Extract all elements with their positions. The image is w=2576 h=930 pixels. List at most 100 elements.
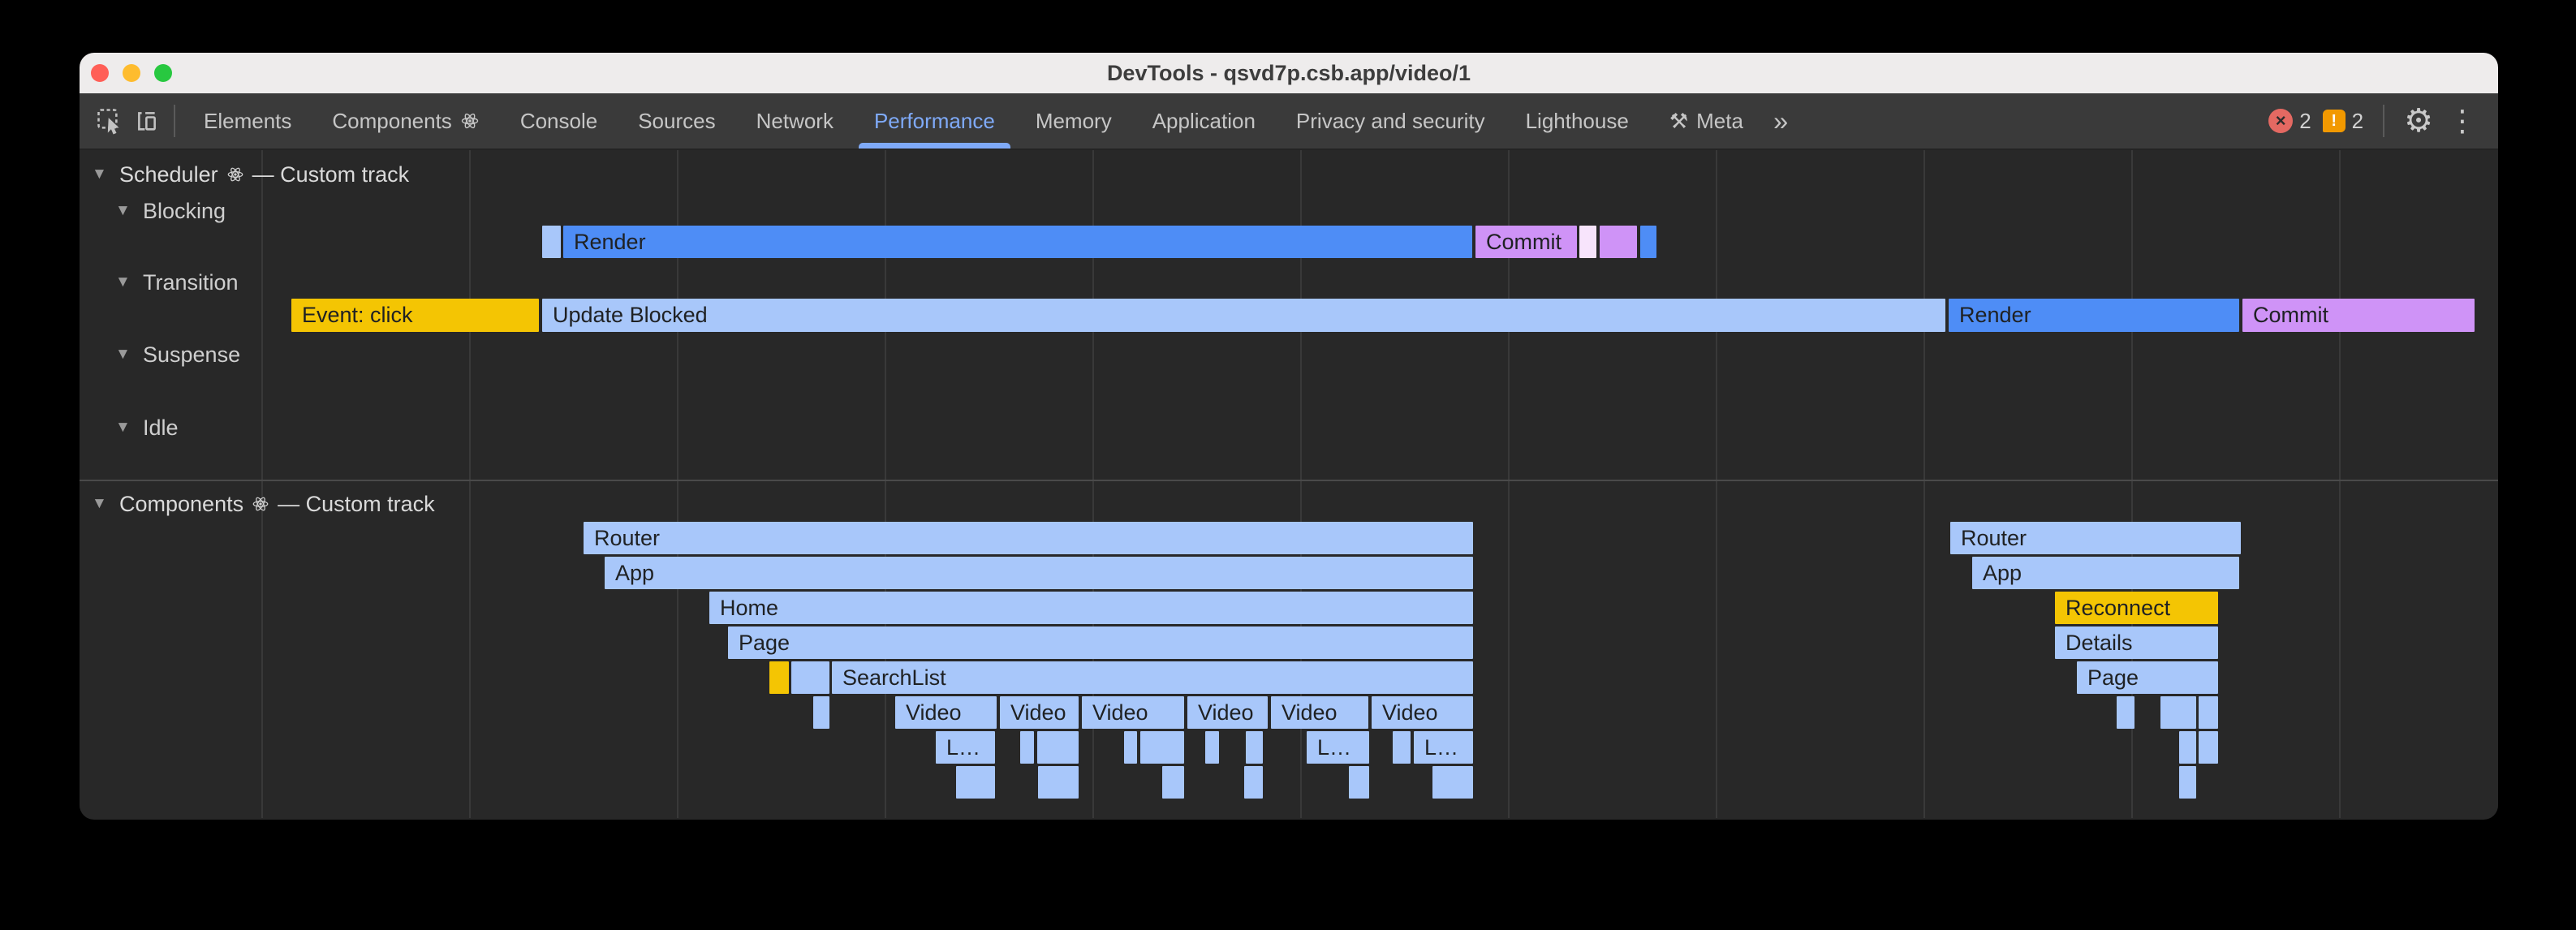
tab-label: Application [1152,109,1256,134]
flame-bar[interactable] [1244,766,1263,799]
warning-badge[interactable]: ! 2 [2323,109,2363,134]
tab-performance[interactable]: Performance [854,93,1015,149]
track-suffix: — Custom track [278,492,435,517]
flame-bar[interactable] [1640,226,1656,258]
flame-bar-reconnect[interactable]: Reconnect [2055,592,2218,624]
flame-bar-commit[interactable]: Commit [1475,226,1577,258]
flame-bar[interactable] [2117,696,2134,729]
lane-label: Suspense [143,342,240,368]
flame-bar-video[interactable]: Video [895,696,997,729]
collapse-triangle-icon[interactable]: ▼ [92,166,111,183]
tab-label: Performance [874,109,995,134]
timeline-gridline [1923,150,1925,818]
flame-bar-home[interactable]: Home [709,592,1473,624]
timeline-gridline [2339,150,2341,818]
flame-bar-video[interactable]: Video [1187,696,1268,729]
flame-bar-video[interactable]: Video [1000,696,1079,729]
tab-application[interactable]: Application [1132,93,1276,149]
flame-bar[interactable] [1432,766,1473,799]
tab-label: Elements [204,109,291,134]
flame-bar-video[interactable]: Video [1271,696,1368,729]
devtools-window: DevTools - qsvd7p.csb.app/video/1 Elemen… [80,53,2498,820]
lane-label: Transition [143,270,239,295]
close-window-button[interactable] [91,64,109,82]
collapse-triangle-icon[interactable]: ▼ [115,346,135,364]
flame-bar-l[interactable]: L… [1414,731,1473,764]
flame-bar-render[interactable]: Render [563,226,1472,258]
flame-bar[interactable] [1246,731,1263,764]
zoom-window-button[interactable] [154,64,172,82]
tab-label: Lighthouse [1526,109,1629,134]
tab-sources[interactable]: Sources [618,93,735,149]
lane-transition[interactable]: ▼ Transition [115,268,239,297]
flame-bar-l[interactable]: L… [936,731,995,764]
tab-console[interactable]: Console [500,93,618,149]
flame-bar[interactable] [1600,226,1637,258]
tab-label: Privacy and security [1296,109,1485,134]
flame-bar[interactable] [1579,226,1596,258]
devtools-toolbar: Elements Components Console Sources Netw… [80,93,2498,150]
flame-bar-page[interactable]: Page [2077,661,2218,694]
flame-bar[interactable] [1124,731,1137,764]
lane-idle[interactable]: ▼ Idle [115,413,179,442]
device-toolbar-icon[interactable] [128,102,166,140]
tab-memory[interactable]: Memory [1015,93,1132,149]
flame-bar-page[interactable]: Page [728,626,1473,659]
tab-meta[interactable]: ⚒ Meta [1649,93,1764,149]
tab-components[interactable]: Components [312,93,499,149]
flame-bar[interactable] [813,696,829,729]
flame-bar-commit[interactable]: Commit [2242,299,2475,332]
collapse-triangle-icon[interactable]: ▼ [115,202,135,220]
collapse-triangle-icon[interactable]: ▼ [115,419,135,437]
settings-gear-icon[interactable]: ⚙ [2404,105,2433,137]
flame-bar-event-click[interactable]: Event: click [291,299,539,332]
kebab-menu-icon[interactable]: ⋮ [2445,106,2480,136]
flame-bar-searchlist[interactable]: SearchList [832,661,1473,694]
flame-bar[interactable] [791,661,829,694]
flame-bar-app[interactable]: App [605,557,1473,589]
flame-bar[interactable] [1020,731,1034,764]
flame-bar[interactable] [2179,766,2196,799]
flame-bar-router[interactable]: Router [584,522,1473,554]
flame-bar-details[interactable]: Details [2055,626,2218,659]
flame-bar-router[interactable]: Router [1950,522,2241,554]
tab-lighthouse[interactable]: Lighthouse [1506,93,1649,149]
inspect-element-icon[interactable] [91,102,128,140]
flame-bar-update-blocked[interactable]: Update Blocked [542,299,1945,332]
tab-privacy-and-security[interactable]: Privacy and security [1276,93,1506,149]
collapse-triangle-icon[interactable]: ▼ [115,273,135,291]
flame-bar[interactable] [769,661,789,694]
flame-bar[interactable] [1349,766,1369,799]
minimize-window-button[interactable] [123,64,140,82]
flame-bar-video[interactable]: Video [1082,696,1184,729]
react-atom-icon [460,111,480,131]
flame-bar[interactable] [1037,731,1079,764]
flame-bar[interactable] [1393,731,1411,764]
flame-bar[interactable] [2199,696,2218,729]
flame-bar[interactable] [1140,731,1184,764]
tab-elements[interactable]: Elements [183,93,312,149]
flame-bar-video[interactable]: Video [1372,696,1473,729]
flame-bar[interactable] [956,766,995,799]
collapse-triangle-icon[interactable]: ▼ [92,495,111,513]
flame-bar-app[interactable]: App [1972,557,2239,589]
more-tabs-chevron-icon[interactable]: ›› [1764,106,1795,136]
flame-bar[interactable] [2199,731,2218,764]
error-badge[interactable]: × 2 [2268,109,2311,134]
lane-blocking[interactable]: ▼ Blocking [115,196,226,226]
react-atom-icon [252,495,269,513]
track-header-components[interactable]: ▼ Components — Custom track [92,489,435,519]
track-header-scheduler[interactable]: ▼ Scheduler — Custom track [92,160,409,189]
flame-bar-l[interactable]: L… [1307,731,1369,764]
flame-bar[interactable] [1162,766,1184,799]
flame-bar-render[interactable]: Render [1949,299,2239,332]
react-atom-icon [226,166,244,183]
lane-suspense[interactable]: ▼ Suspense [115,340,240,369]
flame-bar[interactable] [1038,766,1079,799]
tab-network[interactable]: Network [736,93,854,149]
window-titlebar[interactable]: DevTools - qsvd7p.csb.app/video/1 [80,53,2498,93]
flame-bar[interactable] [2179,731,2196,764]
flame-bar[interactable] [2160,696,2196,729]
flame-bar[interactable] [1205,731,1219,764]
flame-bar[interactable] [542,226,561,258]
